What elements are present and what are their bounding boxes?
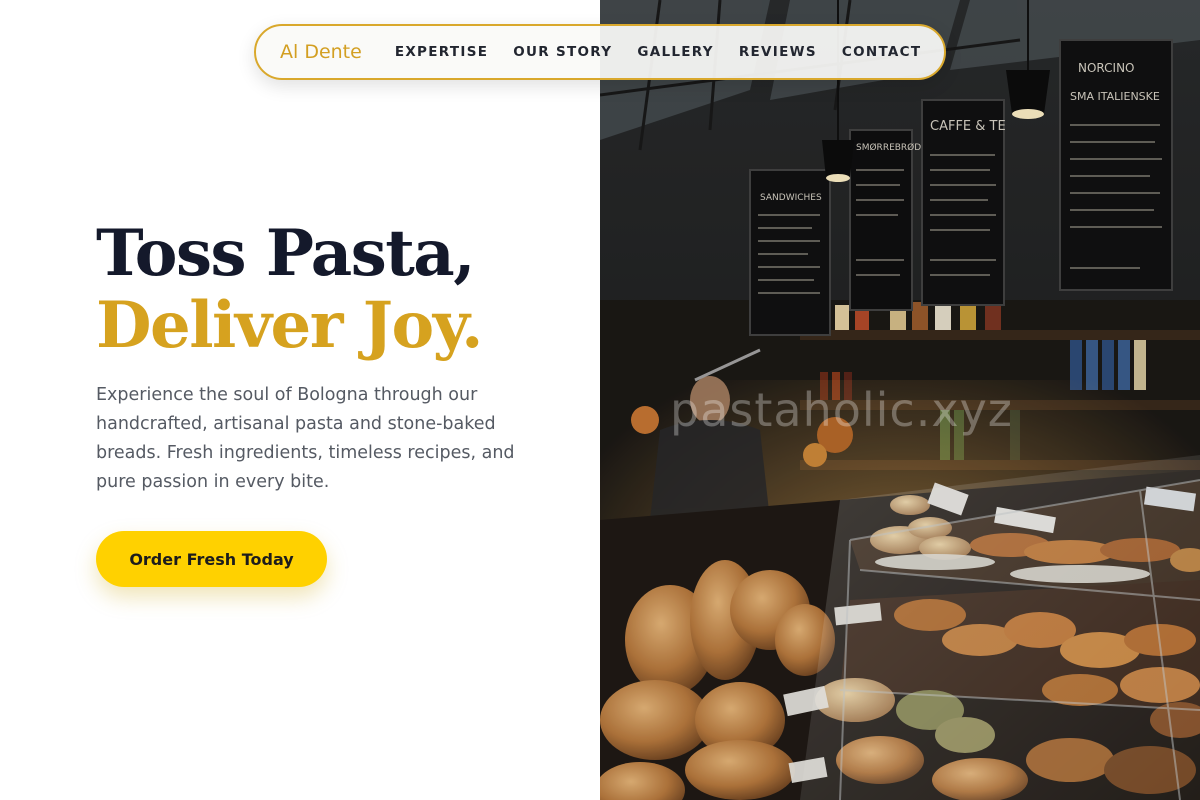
watermark-text: pastaholic.xyz <box>670 383 1013 437</box>
top-nav: Al Dente EXPERTISE OUR STORY GALLERY REV… <box>254 24 946 80</box>
hero-description: Experience the soul of Bologna through o… <box>96 385 515 492</box>
nav-link-gallery[interactable]: GALLERY <box>637 44 714 60</box>
nav-links: EXPERTISE OUR STORY GALLERY REVIEWS CONT… <box>395 44 922 60</box>
hero-headline: Toss Pasta, Deliver Joy. <box>96 216 483 363</box>
order-fresh-button[interactable]: Order Fresh Today <box>96 531 327 587</box>
nav-link-expertise[interactable]: EXPERTISE <box>395 44 488 60</box>
brand-logo[interactable]: Al Dente <box>280 41 362 63</box>
nav-link-our-story[interactable]: OUR STORY <box>513 44 612 60</box>
nav-link-reviews[interactable]: REVIEWS <box>739 44 817 60</box>
headline-line-2: Deliver Joy. <box>96 288 483 363</box>
headline-line-1: Toss Pasta, <box>96 216 476 291</box>
hero-photo: SANDWICHES SMØRREBRØD CAFFE & TE NORCINO… <box>600 0 1200 800</box>
nav-link-contact[interactable]: CONTACT <box>842 44 922 60</box>
